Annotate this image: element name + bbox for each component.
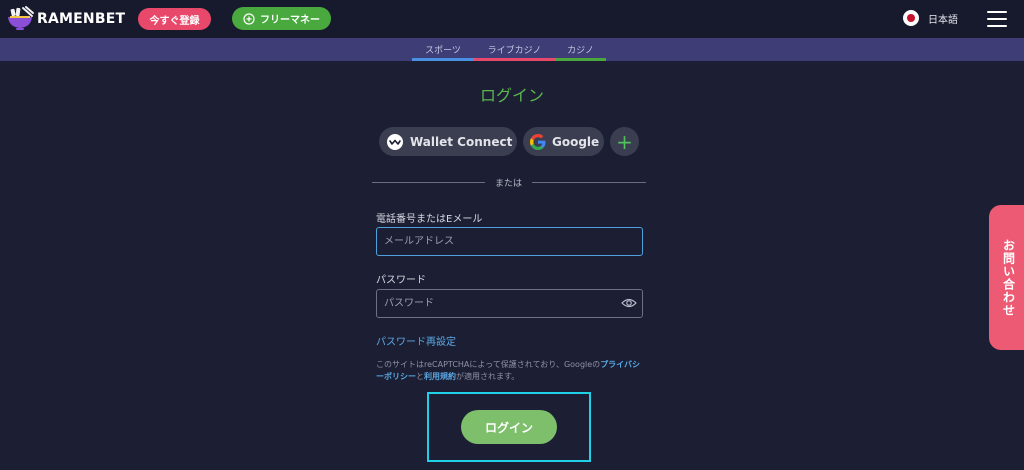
divider-left [372, 182, 485, 183]
recaptcha-notice: このサイトはreCAPTCHAによって保護されており、Googleのプライバシー… [376, 359, 644, 383]
free-money-button[interactable]: フリーマネー [232, 7, 331, 30]
or-separator: または [494, 179, 522, 189]
eye-icon[interactable] [621, 297, 637, 309]
language-selector[interactable]: 日本語 [903, 10, 958, 26]
brand-name: RAMENBET [37, 11, 126, 27]
google-icon [530, 133, 546, 150]
contact-tab[interactable]: お問い合わせ [989, 205, 1024, 350]
contact-label: お問い合わせ [1001, 238, 1016, 317]
password-reset-link[interactable]: パスワード再設定 [376, 333, 456, 348]
language-label: 日本語 [928, 14, 958, 26]
divider-right [532, 182, 646, 183]
email-input[interactable] [376, 227, 643, 256]
tab-casino-underline [555, 58, 606, 61]
page-title: ログイン [479, 86, 544, 105]
category-nav: スポーツ ライブカジノ カジノ [0, 38, 1024, 61]
tab-live-casino-underline [474, 58, 555, 61]
tab-casino[interactable]: カジノ [555, 38, 606, 61]
tab-live-casino-label: ライブカジノ [487, 46, 542, 56]
free-money-label: フリーマネー [260, 15, 320, 26]
google-label: Google [552, 134, 600, 149]
wallet-connect-button[interactable]: Wallet Connect [379, 127, 517, 156]
recaptcha-and: と [416, 372, 424, 381]
password-label: パスワード [376, 275, 426, 286]
wallet-connect-label: Wallet Connect [410, 134, 513, 149]
tab-sports-underline [412, 58, 474, 61]
japan-flag-icon [903, 10, 919, 26]
tab-sports-label: スポーツ [425, 46, 461, 56]
login-submit-button[interactable]: ログイン [461, 410, 557, 444]
terms-link[interactable]: 利用規約 [424, 372, 456, 381]
ramen-bowl-icon [8, 6, 34, 30]
wallet-connect-icon [387, 133, 403, 150]
more-login-options-button[interactable]: + [610, 127, 639, 156]
google-login-button[interactable]: Google [523, 127, 604, 156]
brand-logo[interactable]: RAMENBET [6, 6, 125, 32]
tab-live-casino[interactable]: ライブカジノ [474, 38, 555, 61]
register-button[interactable]: 今すぐ登録 [138, 8, 211, 30]
menu-icon[interactable] [987, 11, 1007, 27]
password-input[interactable] [376, 289, 643, 318]
email-label: 電話番号またはEメール [376, 214, 483, 225]
recaptcha-prefix: このサイトはreCAPTCHAによって保護されており、Googleの [376, 360, 601, 369]
tab-casino-label: カジノ [567, 46, 594, 56]
tab-sports[interactable]: スポーツ [412, 38, 474, 61]
top-bar: RAMENBET 今すぐ登録 フリーマネー 日本語 [0, 0, 1024, 38]
recaptcha-suffix: が適用されます。 [456, 372, 520, 381]
gift-icon [243, 12, 255, 25]
